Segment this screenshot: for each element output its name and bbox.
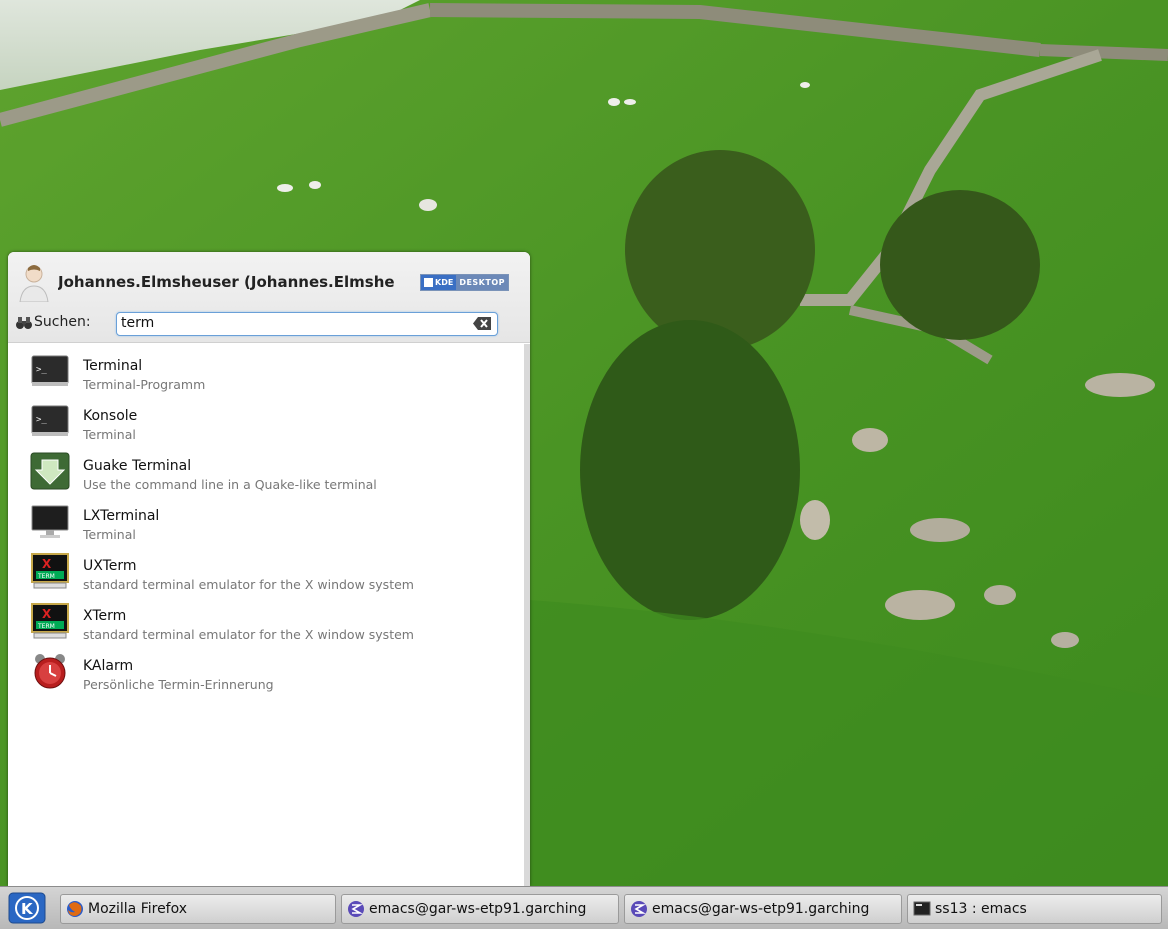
result-title: Terminal [83,358,143,374]
user-avatar-icon [19,265,49,302]
emacs-icon [348,901,364,917]
result-subtitle: Terminal [83,527,136,542]
task-emacs-1[interactable]: emacs@gar-ws-etp91.garching [341,894,619,924]
result-item-lxterminal[interactable]: LXTerminal Terminal [8,494,526,544]
result-subtitle: Terminal [83,427,136,442]
launcher-header: Johannes.Elmsheuser (Johannes.Elmshe KDE… [8,252,530,343]
svg-text:X: X [42,557,52,571]
result-title: Guake Terminal [83,458,192,474]
svg-text:X: X [42,607,52,621]
task-label: Mozilla Firefox [88,901,188,917]
alarm-clock-icon [34,654,66,689]
terminal-icon: >_ [31,355,69,386]
task-emacs-2[interactable]: emacs@gar-ws-etp91.garching [624,894,902,924]
guake-icon [30,452,70,490]
svg-text:>_: >_ [36,415,47,425]
result-title: LXTerminal [83,508,160,524]
result-subtitle: Use the command line in a Quake-like ter… [83,477,377,492]
task-terminal-ss13[interactable]: ss13 : emacs [907,894,1162,924]
result-item-guake-terminal[interactable]: Guake Terminal Use the command line in a… [8,444,526,494]
user-name: Johannes.Elmsheuser (Johannes.Elmshe [58,273,395,291]
result-subtitle: Terminal-Programm [83,377,206,392]
task-label: emacs@gar-ws-etp91.garching [369,901,587,917]
xterm-icon: X TERM [31,603,69,639]
result-title: KAlarm [83,658,134,674]
search-input[interactable] [121,314,466,332]
result-item-konsole[interactable]: >_ Konsole Terminal [8,394,526,444]
task-label: ss13 : emacs [935,901,1027,917]
konsole-icon: >_ [31,405,69,436]
clear-text-icon[interactable] [473,317,491,330]
result-title: XTerm [83,608,127,624]
svg-text:K: K [21,900,34,918]
kde-badge-right: DESKTOP [456,275,508,290]
result-item-kalarm[interactable]: KAlarm Persönliche Termin-Erinnerung [8,644,526,694]
search-label: Suchen: [34,314,91,330]
result-title: Konsole [83,408,138,424]
monitor-icon [31,505,69,538]
result-title: UXTerm [83,558,137,574]
emacs-icon [631,901,647,917]
kde-menu-button[interactable]: K [8,892,46,924]
kde-desktop-badge: KDE DESKTOP [420,274,509,291]
binoculars-icon [16,317,32,329]
launcher-scrollbar[interactable] [524,344,530,886]
result-subtitle: standard terminal emulator for the X win… [83,577,414,592]
terminal-icon [913,901,931,916]
result-subtitle: standard terminal emulator for the X win… [83,627,414,642]
svg-text:TERM: TERM [37,573,55,580]
xterm-icon: X TERM [31,553,69,589]
taskbar: K Mozilla Firefox emacs@gar-ws-etp91.gar… [0,886,1168,929]
firefox-icon [67,901,83,917]
kde-logo-icon [424,278,433,287]
kde-badge-left: KDE [435,278,454,287]
application-launcher: Johannes.Elmsheuser (Johannes.Elmshe KDE… [8,252,530,886]
result-item-xterm[interactable]: X TERM XTerm standard terminal emulator … [8,594,526,644]
svg-text:>_: >_ [36,365,47,375]
search-field[interactable] [116,312,498,336]
result-item-terminal[interactable]: >_ Terminal Terminal-Programm [8,344,526,394]
result-item-uxterm[interactable]: X TERM UXTerm standard terminal emulator… [8,544,526,594]
svg-text:TERM: TERM [37,623,55,630]
task-label: emacs@gar-ws-etp91.garching [652,901,870,917]
result-subtitle: Persönliche Termin-Erinnerung [83,677,274,692]
task-firefox[interactable]: Mozilla Firefox [60,894,336,924]
